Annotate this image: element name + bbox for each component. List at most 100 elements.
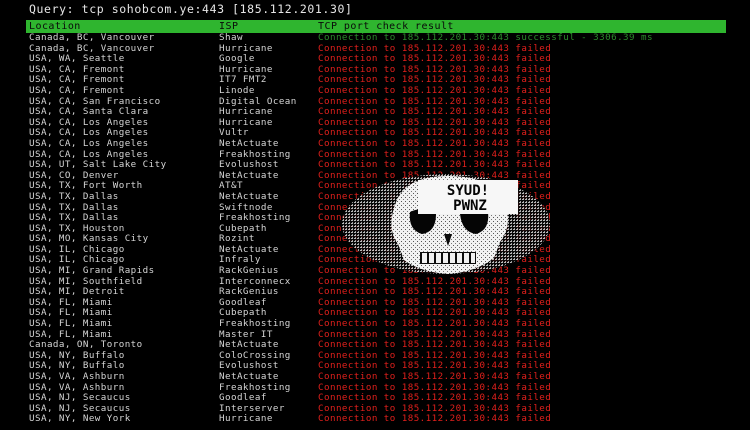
- isp-cell: Rozint: [219, 234, 255, 245]
- location-cell: USA, CO, Denver: [29, 170, 119, 181]
- isp-cell: NetActuate: [219, 170, 279, 181]
- location-cell: USA, NY, Buffalo: [29, 361, 125, 372]
- result-cell: Connection to 185.112.201.30:443 failed: [318, 43, 552, 54]
- location-cell: USA, NJ, Secaucus: [29, 403, 131, 414]
- table-row: USA, CA, Los Angeles Freakhosting Connecti…: [26, 150, 726, 161]
- result-cell: Connection to 185.112.201.30:443 failed: [318, 266, 552, 277]
- isp-cell: Linode: [219, 85, 255, 96]
- result-cell: Connection to 185.112.201.30:443 failed: [318, 297, 552, 308]
- isp-cell: Shaw: [219, 33, 243, 43]
- location-cell: USA, CA, Fremont: [29, 64, 125, 75]
- table-row: USA, CA, Fremont Hurricane Connection to 1…: [26, 65, 726, 76]
- table-row: USA, NY, Buffalo ColoCrossing Connection t…: [26, 351, 726, 362]
- result-cell: Connection to 185.112.201.30:443 failed: [318, 96, 552, 107]
- table-row: USA, CA, Fremont Linode Connection to 185.…: [26, 86, 726, 97]
- location-cell: USA, CA, Los Angeles: [29, 149, 149, 160]
- location-cell: USA, MI, Grand Rapids: [29, 266, 155, 277]
- isp-cell: IT7 FMT2: [219, 75, 267, 86]
- table-row: USA, CO, Denver NetActuate Connection to 1…: [26, 171, 726, 182]
- location-cell: USA, MI, Southfield: [29, 276, 143, 287]
- column-header-isp: ISP: [216, 20, 315, 33]
- isp-cell: Hurricane: [219, 107, 273, 118]
- isp-cell: Interconnecx: [219, 276, 291, 287]
- result-cell: Connection to 185.112.201.30:443 failed: [318, 160, 552, 171]
- query-line: Query: tcp sohobcom.ye:443 [185.112.201.…: [29, 2, 353, 16]
- result-cell: Connection to 185.112.201.30:443 failed: [318, 350, 552, 361]
- isp-cell: Infraly: [219, 255, 261, 266]
- result-cell: Connection to 185.112.201.30:443 failed: [318, 319, 552, 330]
- isp-cell: Google: [219, 54, 255, 65]
- table-row: USA, UT, Salt Lake City Evolushost Connect…: [26, 160, 726, 171]
- result-cell: Connection to 185.112.201.30:443 failed: [318, 244, 552, 255]
- location-cell: USA, UT, Salt Lake City: [29, 160, 167, 171]
- location-cell: USA, NY, Buffalo: [29, 350, 125, 361]
- isp-cell: Evolushost: [219, 160, 279, 171]
- isp-cell: NetActuate: [219, 372, 279, 382]
- isp-cell: ColoCrossing: [219, 350, 291, 361]
- location-cell: USA, TX, Dallas: [29, 191, 119, 202]
- isp-cell: Goodleaf: [219, 297, 267, 308]
- table-row: USA, NJ, Secaucus Interserver Connection t…: [26, 404, 726, 415]
- result-cell: Connection to 185.112.201.30:443 failed: [318, 85, 552, 96]
- isp-cell: Freakhosting: [219, 213, 291, 224]
- location-cell: USA, NY, New York: [29, 414, 131, 425]
- location-cell: USA, TX, Houston: [29, 223, 125, 234]
- isp-cell: Evolushost: [219, 361, 279, 372]
- location-cell: Canada, BC, Vancouver: [29, 33, 155, 43]
- result-cell: Connection to 185.112.201.30:443 failed: [318, 308, 552, 319]
- isp-cell: Cubepath: [219, 223, 267, 234]
- location-cell: Canada, BC, Vancouver: [29, 43, 155, 54]
- table-row: USA, MI, Grand Rapids RackGenius Connectio…: [26, 266, 726, 277]
- isp-cell: Cubepath: [219, 308, 267, 319]
- table-row: USA, NY, New York Hurricane Connection to …: [26, 414, 726, 425]
- location-cell: USA, FL, Miami: [29, 308, 113, 319]
- result-cell: Connection to 185.112.201.30:443 failed: [318, 255, 552, 266]
- table-row: USA, CA, San Francisco Digital Ocean Conne…: [26, 97, 726, 108]
- table-row: USA, TX, Dallas NetActuate Connection to 1…: [26, 192, 726, 203]
- table-row: USA, VA, Ashburn Freakhosting Connection t…: [26, 383, 726, 394]
- isp-cell: Hurricane: [219, 414, 273, 425]
- location-cell: USA, IL, Chicago: [29, 244, 125, 255]
- location-cell: USA, CA, Fremont: [29, 85, 125, 96]
- location-cell: USA, TX, Fort Worth: [29, 181, 143, 192]
- column-header-result: TCP port check result: [315, 20, 726, 33]
- table-row: USA, TX, Houston Cubepath Connection to 18…: [26, 224, 726, 235]
- result-cell: Connection to 185.112.201.30:443 failed: [318, 128, 552, 139]
- result-cell: Connection to 185.112.201.30:443 failed: [318, 117, 552, 128]
- isp-cell: Digital Ocean: [219, 96, 297, 107]
- isp-cell: Hurricane: [219, 117, 273, 128]
- result-cell: Connection to 185.112.201.30:443 failed: [318, 234, 552, 245]
- result-cell: Connection to 185.112.201.30:443 failed: [318, 223, 552, 234]
- result-cell: Connection to 185.112.201.30:443 failed: [318, 340, 552, 351]
- isp-cell: Freakhosting: [219, 149, 291, 160]
- table-row: USA, CA, Santa Clara Hurricane Connection …: [26, 107, 726, 118]
- isp-cell: RackGenius: [219, 266, 279, 277]
- location-cell: USA, VA, Ashburn: [29, 372, 125, 382]
- result-cell: Connection to 185.112.201.30:443 failed: [318, 287, 552, 298]
- location-cell: USA, CA, Fremont: [29, 75, 125, 86]
- result-cell: Connection to 185.112.201.30:443 failed: [318, 382, 552, 393]
- location-cell: USA, NJ, Secaucus: [29, 393, 131, 404]
- table-row: USA, TX, Dallas Freakhosting Connection to…: [26, 213, 726, 224]
- isp-cell: Interserver: [219, 403, 285, 414]
- result-cell: Connection to 185.112.201.30:443 failed: [318, 361, 552, 372]
- result-cell: Connection to 185.112.201.30:443 failed: [318, 138, 552, 149]
- isp-cell: Master IT: [219, 329, 273, 340]
- isp-cell: NetActuate: [219, 340, 279, 351]
- isp-cell: RackGenius: [219, 287, 279, 298]
- location-cell: USA, MI, Detroit: [29, 287, 125, 298]
- isp-cell: Vultr: [219, 128, 249, 139]
- result-cell: Connection to 185.112.201.30:443 failed: [318, 181, 552, 192]
- location-cell: Canada, ON, Toronto: [29, 340, 143, 351]
- column-header-location: Location: [26, 20, 216, 33]
- location-cell: USA, CA, Santa Clara: [29, 107, 149, 118]
- location-cell: USA, FL, Miami: [29, 329, 113, 340]
- table-row: USA, FL, Miami Master IT Connection to 185…: [26, 330, 726, 341]
- table-row: USA, TX, Fort Worth AT&T Connection to 185…: [26, 181, 726, 192]
- result-cell: Connection to 185.112.201.30:443 failed: [318, 403, 552, 414]
- table-row: USA, IL, Chicago Infraly Connection to 185…: [26, 255, 726, 266]
- table-row: USA, CA, Los Angeles Vultr Connection to 1…: [26, 128, 726, 139]
- result-cell: Connection to 185.112.201.30:443 failed: [318, 276, 552, 287]
- isp-cell: Swiftnode: [219, 202, 273, 213]
- results-table: Location ISP TCP port check result Canad…: [26, 20, 726, 425]
